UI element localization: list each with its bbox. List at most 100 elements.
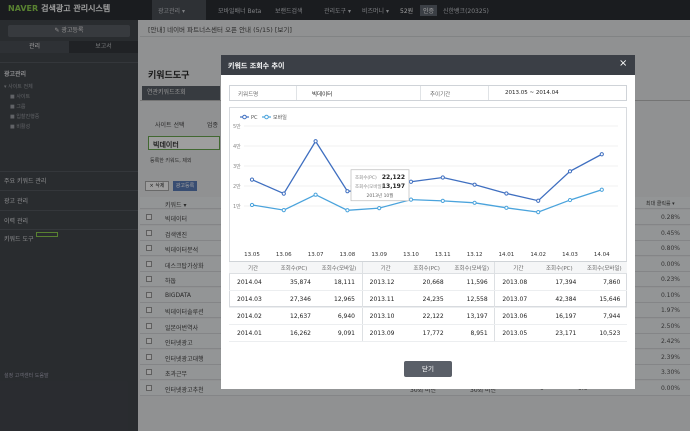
tooltip-pc-value: 22,122 [382,174,405,181]
cell-mobile: 10,523 [599,330,621,337]
y-tick-label: 3만 [233,163,241,170]
data-point[interactable] [345,208,350,213]
close-button[interactable]: 닫기 [404,361,452,377]
data-point[interactable] [536,198,541,203]
divider [229,307,627,308]
cell-pc: 20,668 [422,279,444,286]
x-tick-label: 13.08 [340,252,356,258]
data-point[interactable] [472,200,477,205]
col-mobile-header: 조회수(모바일) [454,266,489,272]
x-tick-label: 13.11 [435,252,451,258]
cell-pc: 23,171 [555,330,577,337]
divider [494,262,496,342]
data-point[interactable] [249,177,255,182]
x-tick-label: 13.12 [467,252,483,258]
filter-bar: 키워드명 빅데이터 추이기간 2013.05 ~ 2014.04 [229,85,627,101]
period-value: 2013.05 ~ 2014.04 [505,90,559,96]
keyword-value: 빅데이터 [312,92,333,98]
data-point[interactable] [599,152,604,157]
cell-mobile: 7,860 [603,279,621,286]
cell-period: 2013.05 [502,330,528,337]
keyword-label: 키워드명 [238,92,259,98]
divider [229,290,627,291]
col-mobile-header: 조회수(모바일) [321,266,357,272]
cell-period: 2013.12 [369,279,395,286]
data-point[interactable] [472,182,477,187]
data-point[interactable] [408,197,414,202]
cell-period: 2014.01 [237,330,262,337]
data-point[interactable] [599,187,604,192]
close-icon[interactable]: × [619,59,627,69]
cell-pc: 22,122 [422,313,444,320]
data-point[interactable] [313,192,318,197]
cell-mobile: 18,111 [334,279,355,286]
tooltip-pc-label: 조회수(PC) [355,174,377,181]
data-point[interactable] [536,210,541,215]
x-tick-label: 14.03 [562,252,578,258]
tooltip-mobile-label: 조회수(모바일) [355,183,384,190]
x-tick-label: 13.10 [403,252,419,258]
cell-mobile: 15,646 [599,296,621,303]
cell-period: 2013.10 [369,313,395,320]
x-tick-label: 13.09 [371,252,387,258]
data-point[interactable] [281,208,286,213]
period-label: 추이기간 [430,92,451,98]
x-tick-label: 13.07 [308,252,324,258]
cell-period: 2013.07 [502,296,528,303]
col-mobile-header: 조회수(모바일) [587,266,622,272]
divider [229,324,627,325]
data-point[interactable] [408,179,414,184]
cell-mobile: 11,596 [466,279,488,286]
modal-header: 키워드 조회수 추이 × [221,55,635,75]
x-tick-label: 13.06 [276,252,292,258]
col-period-header: 기간 [247,266,259,272]
cell-pc: 12,637 [290,313,311,320]
legend-label: 모바일 [273,114,287,121]
x-tick-label: 14.04 [594,252,610,258]
cell-period: 2014.04 [237,279,262,286]
data-point[interactable] [377,205,382,211]
data-point[interactable] [440,175,445,180]
data-point[interactable] [504,191,509,196]
keyword-trend-modal: 키워드 조회수 추이 × 키워드명 빅데이터 추이기간 2013.05 ~ 20… [221,55,635,389]
cell-period: 2013.11 [369,296,395,303]
data-point[interactable] [504,205,509,210]
cell-pc: 16,262 [290,330,311,337]
legend-label: PC [251,115,258,121]
series-line-pc [251,140,603,202]
cell-period: 2013.09 [369,330,395,337]
y-tick-label: 4만 [233,143,241,150]
divider [488,86,489,100]
trend-table: 기간 조회수(PC) 조회수(모바일) 기간 조회수(PC) 조회수(모바일) 기간 조회수(… [229,261,627,342]
cell-period: 2014.03 [237,296,262,303]
data-point[interactable] [345,189,350,194]
cell-mobile: 13,197 [466,313,488,320]
cell-period: 2013.06 [502,313,528,320]
tooltip-mobile-value: 13,197 [382,183,405,190]
cell-pc: 35,874 [290,279,311,286]
divider [420,86,421,100]
cell-mobile: 9,091 [337,330,355,337]
cell-mobile: 12,965 [334,296,355,303]
data-point[interactable] [281,191,286,196]
divider [296,86,297,100]
data-point[interactable] [567,197,573,203]
cell-pc: 24,235 [422,296,444,303]
data-point[interactable] [313,139,318,144]
trend-chart: 5만 4만 3만 2만 1만 PC 모바일 13.05 13.06 13.07 13.08 13.09… [233,114,618,258]
cell-pc: 27,346 [290,296,311,303]
data-point[interactable] [249,202,255,208]
legend-marker [264,114,269,120]
data-point[interactable] [440,198,445,203]
col-period-header: 기간 [380,266,391,272]
col-pc-header: 조회수(PC) [413,266,440,272]
divider [229,341,627,342]
cell-pc: 17,772 [422,330,444,337]
data-point[interactable] [567,169,573,174]
modal-title: 키워드 조회수 추이 [228,62,285,70]
col-period-header: 기간 [513,266,524,272]
cell-mobile: 12,558 [466,296,488,303]
cell-period: 2014.02 [237,313,262,320]
cell-mobile: 7,944 [603,313,621,320]
cell-mobile: 8,951 [470,330,488,337]
